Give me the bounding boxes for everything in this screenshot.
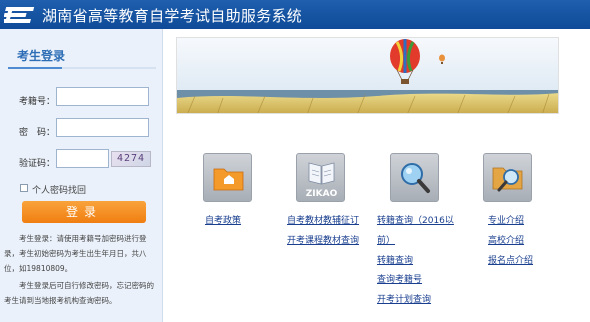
link-major-intro[interactable]: 专业介绍 <box>488 213 524 226</box>
link-registration-site-intro[interactable]: 报名点介绍 <box>488 253 533 266</box>
intro-tile[interactable] <box>483 153 532 202</box>
zikao-text: ZIKAO <box>306 189 338 199</box>
link-exam-number-query[interactable]: 查询考籍号 <box>377 272 422 285</box>
magnifier-icon <box>401 163 430 193</box>
password-label: 密 码： <box>19 128 56 138</box>
textbook-tile[interactable]: ZIKAO <box>296 153 345 202</box>
exam-no-label: 考籍号： <box>19 97 56 107</box>
folder-home-icon <box>213 168 244 191</box>
header-bar: 湖南省高等教育自学考试自助服务系统 <box>0 0 590 29</box>
captcha-image[interactable]: 4274 <box>111 151 151 167</box>
login-note-1: 考生登录：请使用考籍号加密码进行登录，考生初始密码为考生出生年月日，共八位，如1… <box>4 234 147 273</box>
banner-image <box>176 37 559 114</box>
login-note-2: 考生登录后可自行修改密码，忘记密码的考生请到当地报考机构查询密码。 <box>4 281 154 305</box>
link-transfer-query[interactable]: 转籍查询 <box>377 253 413 266</box>
captcha-input[interactable] <box>56 149 109 168</box>
link-college-intro[interactable]: 高校介绍 <box>488 233 524 246</box>
zikao-book-icon: ZIKAO <box>306 162 338 199</box>
balloon-field-illustration <box>177 38 558 113</box>
captcha-label: 验证码： <box>19 159 56 169</box>
folder-search-icon <box>492 167 523 192</box>
policy-tile[interactable] <box>203 153 252 202</box>
e-logo-icon <box>4 7 35 23</box>
link-transfer-query-2016-cont[interactable]: 前） <box>377 233 395 246</box>
login-title-divider <box>8 67 156 69</box>
link-transfer-query-2016[interactable]: 转籍查询（2016以 <box>377 213 454 226</box>
link-exam-plan-query[interactable]: 开考计划查询 <box>377 292 431 305</box>
forgot-password-checkbox[interactable] <box>20 184 28 192</box>
forgot-password-label[interactable]: 个人密码找回 <box>32 183 86 196</box>
exam-no-input[interactable] <box>56 87 149 106</box>
link-course-textbook-query[interactable]: 开考课程教材查询 <box>287 233 359 246</box>
login-title: 考生登录 <box>17 49 66 63</box>
login-button[interactable]: 登录 <box>22 201 146 223</box>
login-panel: 考生登录 考籍号： 密 码： 验证码： 4274 个人密码找回 登录 考生登录：… <box>0 29 163 322</box>
password-input[interactable] <box>56 118 149 137</box>
transfer-query-tile[interactable] <box>390 153 439 202</box>
site-title: 湖南省高等教育自学考试自助服务系统 <box>42 7 303 25</box>
link-textbook-order[interactable]: 自考教材教辅征订 <box>287 213 359 226</box>
link-policy[interactable]: 自考政策 <box>205 213 241 226</box>
